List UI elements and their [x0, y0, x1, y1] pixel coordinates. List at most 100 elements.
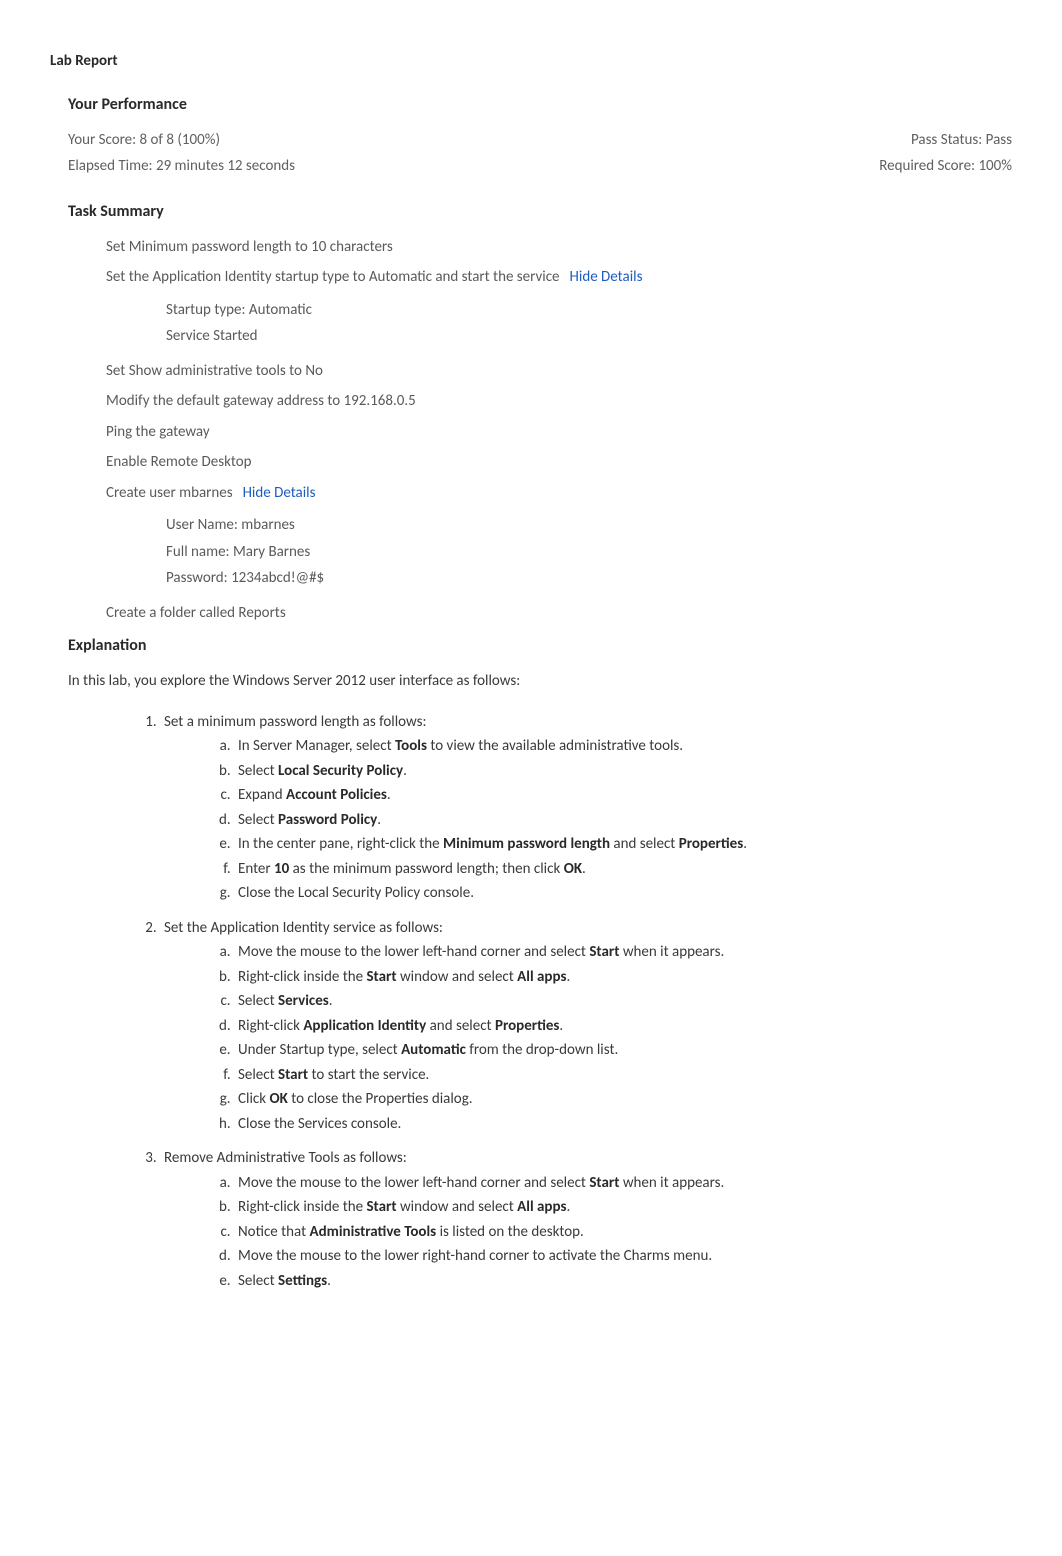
task-item: Set the Application Identity startup typ…: [106, 266, 1012, 289]
substep-text: is listed on the desktop.: [436, 1223, 584, 1241]
substep-text: .: [327, 1272, 331, 1290]
substep-bold: Minimum password length: [443, 835, 610, 853]
task-text: Set the Application Identity startup typ…: [106, 268, 560, 286]
task-item: Create user mbarnesHide Details: [106, 482, 1012, 505]
substep-text: Select: [238, 811, 278, 829]
substep-text: window and select: [397, 1198, 518, 1216]
substep-item: Notice that Administrative Tools is list…: [234, 1221, 1012, 1244]
explanation-heading: Explanation: [68, 634, 1012, 658]
substep-text: .: [387, 786, 391, 804]
substep-text: Enter: [238, 860, 274, 878]
substep-text: and select: [610, 835, 679, 853]
substep-text: Under Startup type, select: [238, 1041, 401, 1059]
task-text: Modify the default gateway address to 19…: [106, 392, 416, 410]
hide-details-link[interactable]: Hide Details: [243, 484, 316, 502]
substep-text: to close the Properties dialog.: [288, 1090, 473, 1108]
explanation-steps: Set a minimum password length as follows…: [160, 711, 1012, 1293]
task-item: Enable Remote Desktop: [106, 451, 1012, 474]
substep-text: to view the available administrative too…: [427, 737, 683, 755]
elapsed-time: Elapsed Time: 29 minutes 12 seconds: [68, 155, 295, 178]
substep-text: Click: [238, 1090, 269, 1108]
substep-item: Select Start to start the service.: [234, 1064, 1012, 1087]
task-detail-item: Full name: Mary Barnes: [166, 541, 1012, 564]
substep-item: Under Startup type, select Automatic fro…: [234, 1039, 1012, 1062]
step-lead: Set the Application Identity service as …: [164, 919, 443, 937]
task-detail-item: Service Started: [166, 325, 1012, 348]
task-text: Ping the gateway: [106, 423, 210, 441]
substep-text: .: [329, 992, 333, 1010]
substep-bold: Automatic: [401, 1041, 466, 1059]
substep-text: In Server Manager, select: [238, 737, 395, 755]
substep-bold: 10: [274, 860, 289, 878]
substep-text: Move the mouse to the lower right-hand c…: [238, 1247, 712, 1265]
task-item: Set Show administrative tools to No: [106, 360, 1012, 383]
substep-bold: Application Identity: [303, 1017, 426, 1035]
substep-text: to start the service.: [308, 1066, 429, 1084]
substep-item: Right-click inside the Start window and …: [234, 1196, 1012, 1219]
substep-bold: Tools: [395, 737, 427, 755]
substep-text: Select: [238, 1272, 278, 1290]
substep-text: Expand: [238, 786, 286, 804]
explanation-step: Remove Administrative Tools as follows:M…: [160, 1147, 1012, 1292]
substep-list: Move the mouse to the lower left-hand co…: [234, 1172, 1012, 1293]
substep-text: .: [377, 811, 381, 829]
substep-text: Select: [238, 762, 278, 780]
hide-details-link[interactable]: Hide Details: [570, 268, 643, 286]
substep-text: when it appears.: [619, 943, 724, 961]
substep-item: Close the Services console.: [234, 1113, 1012, 1136]
substep-bold: All apps: [517, 1198, 566, 1216]
task-text: Enable Remote Desktop: [106, 453, 252, 471]
substep-text: .: [582, 860, 586, 878]
substep-bold: All apps: [517, 968, 566, 986]
substep-bold: Services: [278, 992, 329, 1010]
substep-item: In the center pane, right-click the Mini…: [234, 833, 1012, 856]
substep-item: Select Local Security Policy.: [234, 760, 1012, 783]
substep-bold: Password Policy: [278, 811, 377, 829]
substep-text: as the minimum password length; then cli…: [289, 860, 563, 878]
explanation-intro: In this lab, you explore the Windows Ser…: [68, 670, 1012, 693]
substep-item: Right-click Application Identity and sel…: [234, 1015, 1012, 1038]
substep-text: Move the mouse to the lower left-hand co…: [238, 943, 589, 961]
substep-bold: Start: [589, 943, 619, 961]
substep-text: and select: [426, 1017, 495, 1035]
substep-item: In Server Manager, select Tools to view …: [234, 735, 1012, 758]
step-lead: Set a minimum password length as follows…: [164, 713, 427, 731]
substep-text: Notice that: [238, 1223, 310, 1241]
task-text: Set Show administrative tools to No: [106, 362, 323, 380]
task-list: Set Minimum password length to 10 charac…: [106, 236, 1012, 625]
substep-bold: Local Security Policy: [278, 762, 403, 780]
substep-bold: Administrative Tools: [310, 1223, 437, 1241]
substep-list: In Server Manager, select Tools to view …: [234, 735, 1012, 905]
substep-text: Select: [238, 1066, 278, 1084]
substep-text: Close the Local Security Policy console.: [238, 884, 474, 902]
substep-item: Select Settings.: [234, 1270, 1012, 1293]
substep-item: Move the mouse to the lower left-hand co…: [234, 941, 1012, 964]
substep-item: Move the mouse to the lower left-hand co…: [234, 1172, 1012, 1195]
substep-item: Close the Local Security Policy console.: [234, 882, 1012, 905]
substep-item: Right-click inside the Start window and …: [234, 966, 1012, 989]
task-text: Create a folder called Reports: [106, 604, 286, 622]
pass-status: Pass Status: Pass: [911, 129, 1012, 152]
substep-list: Move the mouse to the lower left-hand co…: [234, 941, 1012, 1135]
task-text: Set Minimum password length to 10 charac…: [106, 238, 393, 256]
task-detail-item: Startup type: Automatic: [166, 299, 1012, 322]
substep-item: Select Password Policy.: [234, 809, 1012, 832]
substep-bold: Start: [366, 968, 396, 986]
substep-text: when it appears.: [619, 1174, 724, 1192]
substep-item: Move the mouse to the lower right-hand c…: [234, 1245, 1012, 1268]
task-summary-heading: Task Summary: [68, 200, 1012, 224]
page-title: Lab Report: [50, 50, 1012, 73]
substep-bold: Start: [366, 1198, 396, 1216]
task-item: Modify the default gateway address to 19…: [106, 390, 1012, 413]
substep-text: .: [403, 762, 407, 780]
task-item: Set Minimum password length to 10 charac…: [106, 236, 1012, 259]
substep-text: from the drop-down list.: [466, 1041, 618, 1059]
substep-text: .: [566, 1198, 570, 1216]
substep-text: .: [566, 968, 570, 986]
your-score: Your Score: 8 of 8 (100%): [68, 129, 220, 152]
substep-item: Expand Account Policies.: [234, 784, 1012, 807]
substep-text: .: [559, 1017, 563, 1035]
substep-bold: Start: [278, 1066, 308, 1084]
task-item: Ping the gateway: [106, 421, 1012, 444]
task-details: User Name: mbarnesFull name: Mary Barnes…: [166, 514, 1012, 590]
